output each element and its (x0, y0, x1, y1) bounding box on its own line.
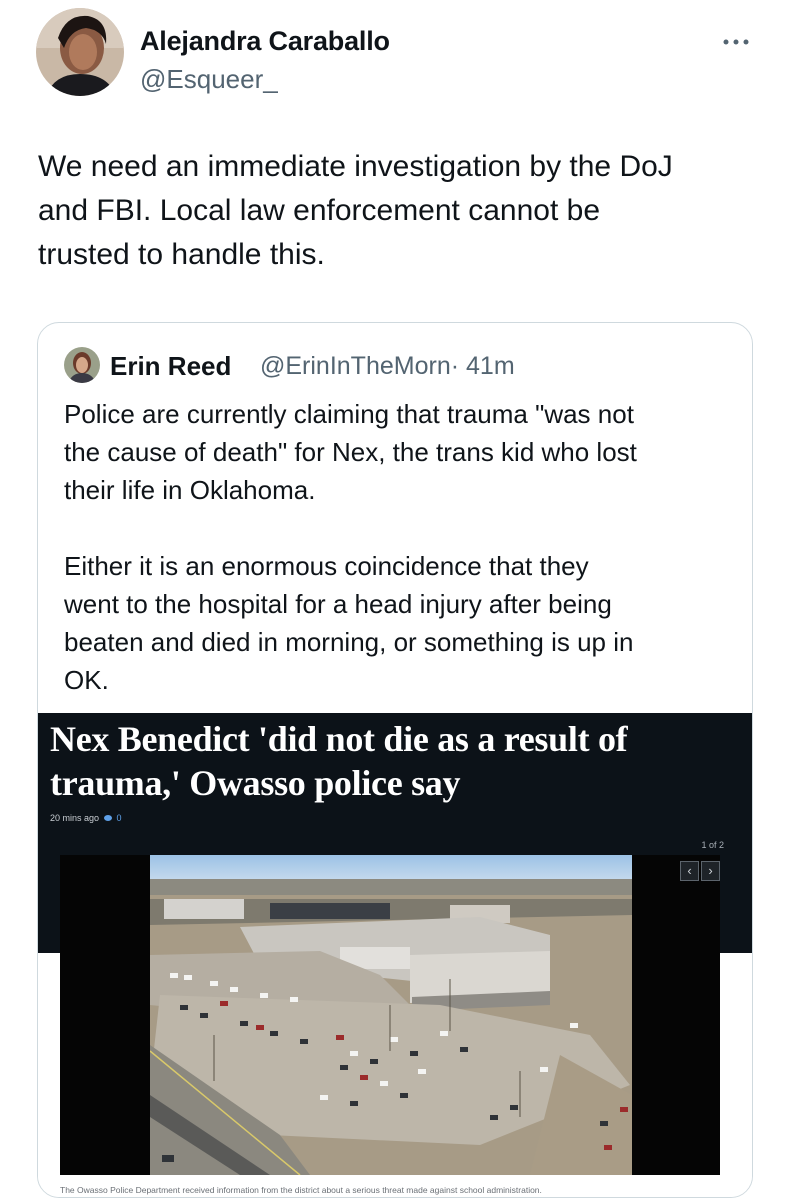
article-comments: 0 (104, 813, 122, 823)
quoted-author-avatar[interactable] (64, 347, 100, 383)
photo-caption: The Owasso Police Department received in… (60, 1185, 542, 1195)
gallery-pager: 1 of 2 (701, 840, 724, 850)
quoted-author-handle-time[interactable]: @ErinInTheMorn· 41m (260, 352, 515, 381)
comment-bubble-icon (104, 815, 112, 822)
gallery-next-button[interactable]: › (701, 861, 720, 881)
quoted-timestamp: · 41m (450, 352, 515, 380)
comment-count: 0 (116, 813, 122, 823)
article-screenshot[interactable]: Nex Benedict 'did not die as a result of… (38, 713, 752, 1197)
quoted-tweet-text: Police are currently claiming that traum… (64, 399, 637, 695)
quoted-author-name[interactable]: Erin Reed (110, 351, 231, 382)
author-handle[interactable]: @Esqueer_ (140, 64, 278, 95)
quoted-author-handle[interactable]: @ErinInTheMorn (260, 352, 451, 380)
gallery-prev-button[interactable]: ‹ (680, 861, 699, 881)
author-avatar[interactable] (36, 8, 124, 96)
gallery-nav: ‹ › (680, 861, 720, 881)
article-time: 20 mins ago (50, 813, 100, 823)
quoted-tweet-header: Erin Reed @ErinInTheMorn· 41m (64, 345, 744, 385)
author-name[interactable]: Alejandra Caraballo (140, 26, 390, 57)
tweet-header: Alejandra Caraballo @Esqueer_ (36, 8, 756, 104)
quoted-tweet[interactable]: Erin Reed @ErinInTheMorn· 41m Police are… (37, 322, 753, 1198)
more-dots-icon[interactable] (716, 20, 756, 50)
aerial-school-photo (150, 855, 632, 1175)
article-headline: Nex Benedict 'did not die as a result of… (50, 719, 628, 803)
tweet-text: We need an immediate investigation by th… (38, 150, 673, 271)
